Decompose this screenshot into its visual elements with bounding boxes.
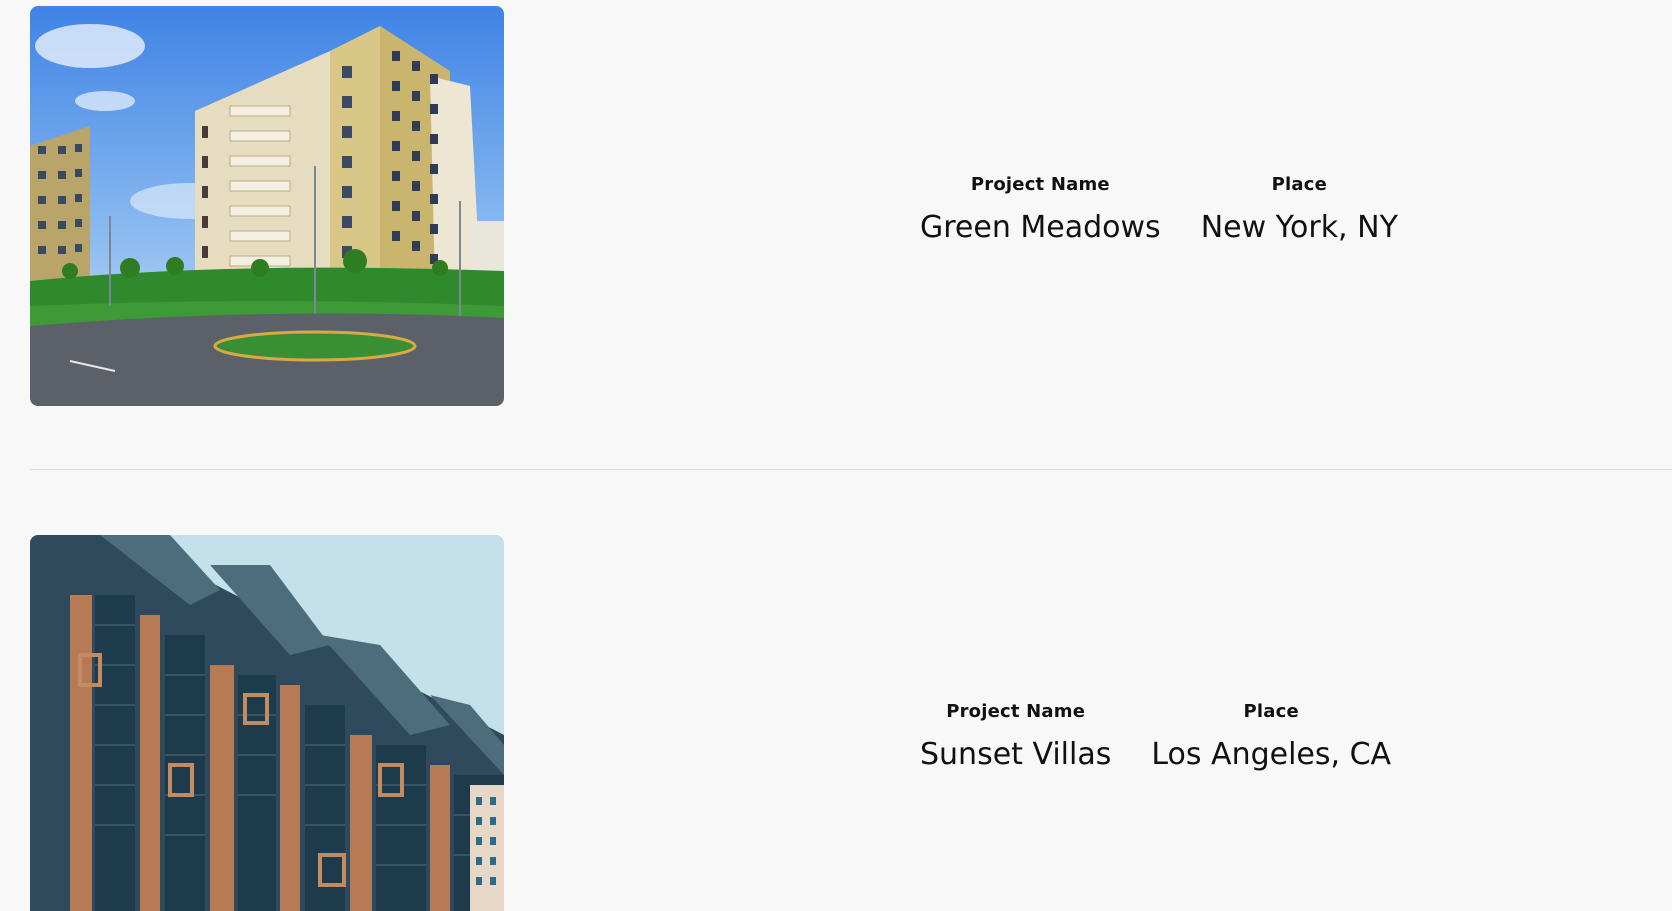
place-value: Los Angeles, CA [1151, 737, 1392, 772]
project-image[interactable] [30, 535, 504, 911]
project-details: Project Name Green Meadows Place New Yor… [920, 174, 1438, 246]
project-place-field: Place Los Angeles, CA [1151, 701, 1391, 773]
place-value: New York, NY [1200, 210, 1398, 245]
project-name-label: Project Name [970, 174, 1110, 195]
projects-page: Project Name Green Meadows Place New Yor… [0, 0, 1672, 911]
project-card[interactable]: Project Name Sunset Villas Place Los Ang… [30, 535, 1672, 911]
project-name-value: Green Meadows [920, 210, 1161, 245]
place-label: Place [1243, 701, 1299, 722]
project-name-field: Project Name Green Meadows [920, 174, 1161, 246]
project-name-field: Project Name Sunset Villas [920, 701, 1111, 773]
project-name-label: Project Name [946, 701, 1086, 722]
project-image[interactable] [30, 6, 504, 406]
project-details: Project Name Sunset Villas Place Los Ang… [920, 701, 1431, 773]
project-place-field: Place New York, NY [1201, 174, 1398, 246]
project-name-value: Sunset Villas [920, 737, 1112, 772]
apartment-photo [30, 6, 504, 406]
skyscraper-photo [30, 535, 504, 911]
project-card[interactable]: Project Name Green Meadows Place New Yor… [30, 6, 1672, 406]
row-divider [30, 469, 1672, 470]
place-label: Place [1271, 174, 1327, 195]
